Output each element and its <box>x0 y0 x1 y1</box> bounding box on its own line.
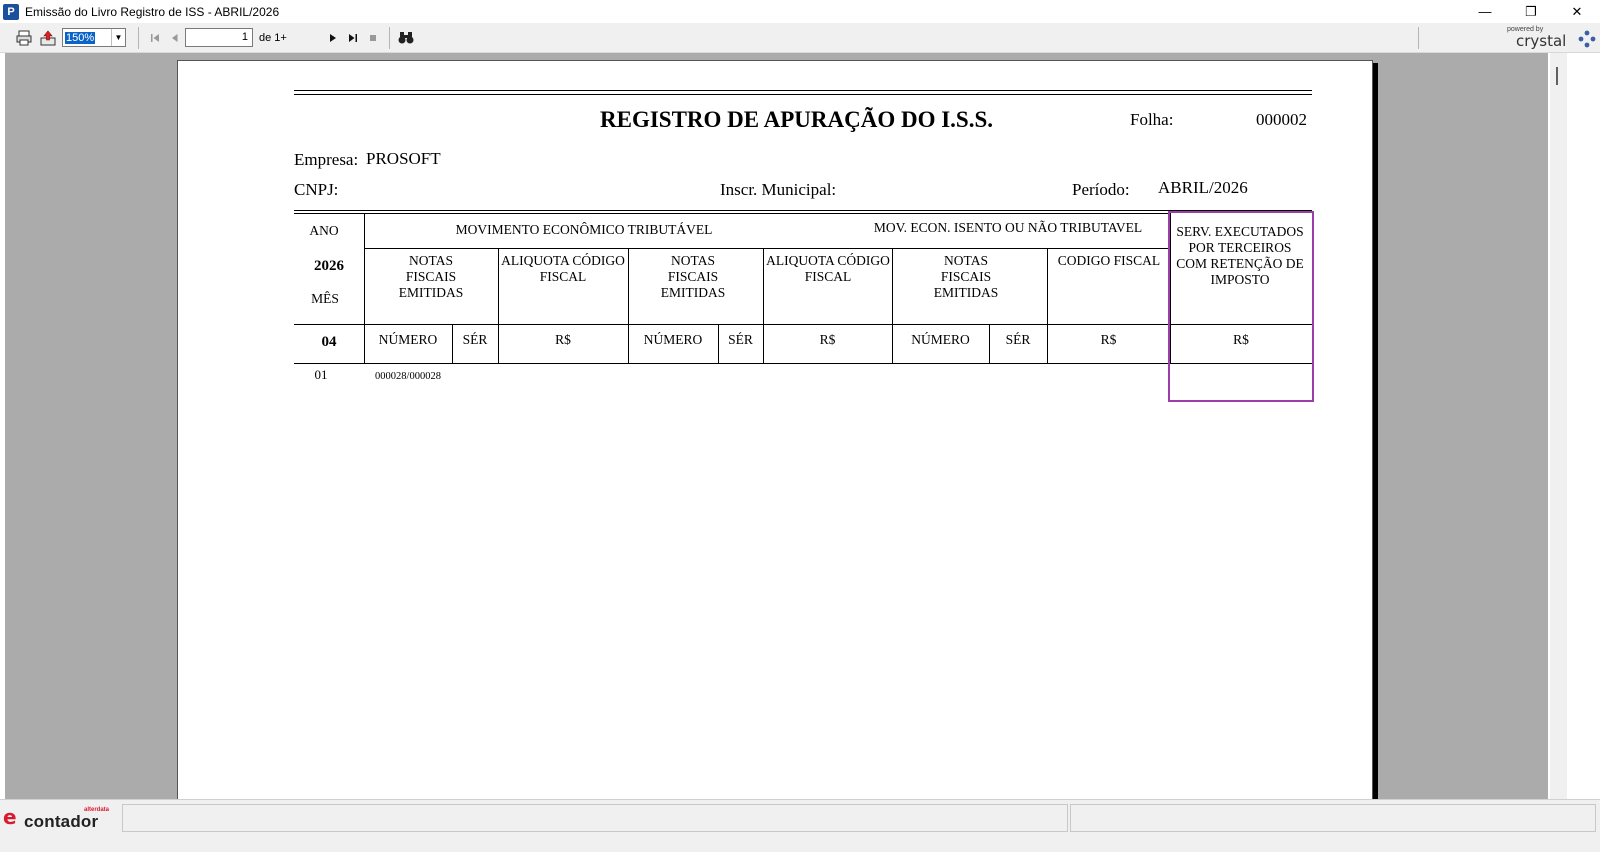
row-dia: 01 <box>314 367 328 382</box>
rs-header-2: R$ <box>819 332 836 347</box>
print-icon[interactable] <box>14 28 34 48</box>
status-panel <box>122 804 1068 832</box>
contador-logo-icon: e <box>3 805 17 829</box>
top-rule <box>294 90 1312 91</box>
toolbar-separator <box>389 26 390 49</box>
empresa-label: Empresa: <box>294 150 359 169</box>
export-icon[interactable] <box>38 28 58 48</box>
first-page-icon[interactable] <box>145 28 165 48</box>
chevron-down-icon[interactable]: ▼ <box>111 29 125 46</box>
crystal-dots-icon <box>1578 30 1596 48</box>
table-top-rule <box>294 213 1170 214</box>
right-panel <box>1567 53 1600 799</box>
vertical-scrollbar[interactable] <box>1550 53 1567 799</box>
ano-value: 2026 <box>314 258 344 274</box>
page-count: de 1+ <box>259 31 287 44</box>
rs-header-3: R$ <box>1100 332 1117 347</box>
table-rule <box>364 248 1170 249</box>
notas-fiscais-header-1: NOTAS FISCAIS EMITIDAS <box>398 253 464 300</box>
periodo-value: ABRIL/2026 <box>1158 178 1248 197</box>
status-panel <box>1070 804 1596 832</box>
selection-highlight <box>1168 211 1314 402</box>
last-page-icon[interactable] <box>343 28 363 48</box>
rs-header-1: R$ <box>555 332 571 347</box>
contador-logo-text: contador <box>24 812 99 831</box>
toolbar-separator <box>138 26 139 49</box>
page-number-input[interactable]: 1 <box>185 28 253 47</box>
codigo-fiscal-header: CODIGO FISCAL <box>1057 253 1161 268</box>
cnpj-label: CNPJ: <box>294 180 339 199</box>
aliquota-header-2: ALIQUOTA CÓDIGO FISCAL <box>766 253 890 284</box>
ser-header-2: SÉR <box>728 332 753 347</box>
previous-page-icon[interactable] <box>165 28 185 48</box>
row-numero: 000028/000028 <box>375 371 441 382</box>
scrollbar-thumb[interactable] <box>1556 67 1558 85</box>
crystal-logo: powered by crystal <box>1504 26 1596 50</box>
status-bar: e contador alterdata <box>0 799 1600 852</box>
ser-header-1: SÉR <box>462 332 488 347</box>
numero-header-3: NÚMERO <box>911 332 970 347</box>
folha-label: Folha: <box>1130 110 1174 129</box>
folha-value: 000002 <box>1256 110 1307 129</box>
report-title: REGISTRO DE APURAÇÃO DO I.S.S. <box>600 107 993 132</box>
inscr-label: Inscr. Municipal: <box>720 180 837 199</box>
periodo-label: Período: <box>1072 180 1130 199</box>
table-rule <box>294 324 1312 325</box>
aliquota-header-1: ALIQUOTA CÓDIGO FISCAL <box>501 253 625 284</box>
toolbar-separator <box>1418 26 1419 49</box>
report-page: REGISTRO DE APURAÇÃO DO I.S.S. Folha: 00… <box>177 60 1373 799</box>
minimize-button[interactable]: — <box>1462 0 1508 23</box>
numero-header-2: NÚMERO <box>643 332 703 347</box>
ser-header-3: SÉR <box>1005 332 1031 347</box>
crystal-word: crystal <box>1516 32 1567 50</box>
top-rule <box>294 94 1312 95</box>
notas-fiscais-header-3: NOTAS FISCAIS EMITIDAS <box>933 253 999 300</box>
restore-button[interactable]: ❐ <box>1508 0 1554 23</box>
zoom-select[interactable]: 150% ▼ <box>62 28 126 47</box>
mes-label: MÊS <box>311 291 339 306</box>
table-top-rule <box>294 210 1312 211</box>
mes-value: 04 <box>321 334 337 350</box>
mov-tributavel-header: MOVIMENTO ECONÔMICO TRIBUTÁVEL <box>455 222 713 237</box>
window-controls: — ❐ ✕ <box>1462 0 1600 23</box>
stop-icon[interactable] <box>363 28 383 48</box>
notas-fiscais-header-2: NOTAS FISCAIS EMITIDAS <box>660 253 726 300</box>
numero-header-1: NÚMERO <box>378 332 438 347</box>
ano-label: ANO <box>309 223 339 238</box>
search-binoculars-icon[interactable] <box>396 28 416 48</box>
empresa-value: PROSOFT <box>366 149 441 168</box>
zoom-value: 150% <box>65 31 96 44</box>
alterdata-logo-text: alterdata <box>84 807 110 813</box>
next-page-icon[interactable] <box>323 28 343 48</box>
app-icon: P <box>3 3 19 20</box>
mov-isento-header: MOV. ECON. ISENTO OU NÃO TRIBUTAVEL <box>873 220 1143 235</box>
report-viewer[interactable]: REGISTRO DE APURAÇÃO DO I.S.S. Folha: 00… <box>5 53 1548 799</box>
title-bar: P Emissão do Livro Registro de ISS - ABR… <box>0 0 1600 23</box>
report-toolbar: 150% ▼ 1 de 1+ powered by crystal <box>0 23 1600 53</box>
close-button[interactable]: ✕ <box>1554 0 1600 23</box>
table-rule <box>294 363 1312 364</box>
window-title: Emissão do Livro Registro de ISS - ABRIL… <box>25 4 280 19</box>
